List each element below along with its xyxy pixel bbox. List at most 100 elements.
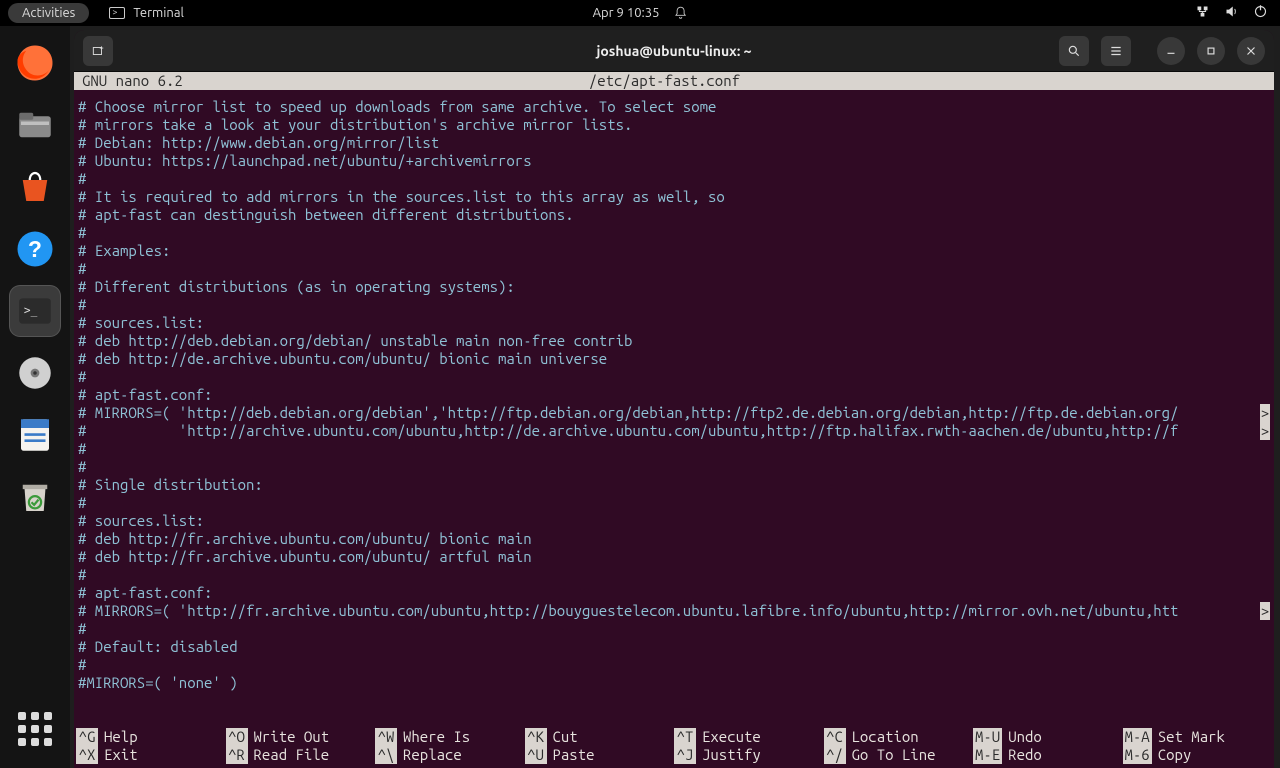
shortcut-key: ^U — [525, 746, 547, 764]
shortcut-label: Redo — [1008, 746, 1042, 764]
search-button[interactable] — [1059, 36, 1089, 66]
shortcut-label: Cut — [553, 728, 578, 746]
line-overflow-marker: > — [1260, 404, 1270, 422]
window-titlebar[interactable]: joshua@ubuntu-linux: ~ — [74, 30, 1274, 72]
svg-text:>_: >_ — [24, 304, 38, 317]
dock-todo[interactable] — [10, 410, 60, 460]
new-tab-button[interactable] — [83, 36, 113, 66]
nano-line: # deb http://fr.archive.ubuntu.com/ubunt… — [76, 530, 1272, 548]
nano-line: # apt-fast can destinguish between diffe… — [76, 206, 1272, 224]
shortcut-label: Location — [852, 728, 919, 746]
maximize-button[interactable] — [1197, 37, 1225, 65]
nano-line: # — [76, 224, 1272, 242]
nano-shortcut: ^X Exit — [76, 746, 226, 764]
dock-help[interactable]: ? — [10, 224, 60, 274]
shortcut-key: ^G — [76, 728, 98, 746]
nano-line: # deb http://de.archive.ubuntu.com/ubunt… — [76, 350, 1272, 368]
nano-shortcut: ^/Go To Line — [824, 746, 974, 764]
volume-icon — [1224, 4, 1239, 22]
shortcut-label: Where Is — [403, 728, 470, 746]
shortcut-label: Write Out — [254, 728, 330, 746]
shortcut-label: Undo — [1008, 728, 1042, 746]
nano-shortcut: ^\ Replace — [375, 746, 525, 764]
shortcut-key: ^T — [674, 728, 696, 746]
nano-buffer[interactable]: # Choose mirror list to speed up downloa… — [74, 98, 1274, 692]
terminal-window: joshua@ubuntu-linux: ~ GNU nano 6.2 /etc… — [74, 30, 1274, 768]
nano-line: # — [76, 620, 1272, 638]
nano-shortcut: ^GHelp — [76, 728, 226, 746]
nano-line: # — [76, 260, 1272, 278]
panel-clock-area[interactable]: Apr 9 10:35 — [593, 6, 688, 20]
nano-shortcut: M-UUndo — [973, 728, 1123, 746]
nano-line: # deb http://deb.debian.org/debian/ unst… — [76, 332, 1272, 350]
nano-shortcut: ^TExecute — [674, 728, 824, 746]
line-overflow-marker: > — [1260, 422, 1270, 440]
nano-shortcut: ^RRead File — [226, 746, 376, 764]
shortcut-key: M-6 — [1123, 746, 1152, 764]
dock-firefox[interactable] — [10, 38, 60, 88]
nano-line: # apt-fast.conf: — [76, 584, 1272, 602]
activities-button[interactable]: Activities — [8, 3, 89, 23]
nano-shortcut: M-E Redo — [973, 746, 1123, 764]
shortcut-key: ^W — [375, 728, 397, 746]
shortcut-key: ^\ — [375, 746, 397, 764]
svg-text:?: ? — [28, 236, 42, 262]
panel-status-area[interactable] — [1195, 4, 1268, 22]
terminal-icon — [109, 7, 125, 19]
shortcut-label: Exit — [104, 746, 138, 764]
power-icon — [1253, 4, 1268, 22]
panel-app-menu[interactable]: Terminal — [109, 6, 184, 20]
nano-line: # deb http://fr.archive.ubuntu.com/ubunt… — [76, 548, 1272, 566]
show-applications[interactable] — [10, 704, 60, 754]
dock-software[interactable] — [10, 162, 60, 212]
nano-line: # — [76, 296, 1272, 314]
shortcut-key: ^X — [76, 746, 98, 764]
terminal-viewport[interactable]: GNU nano 6.2 /etc/apt-fast.conf # Choose… — [74, 72, 1274, 768]
gnome-top-panel: Activities Terminal Apr 9 10:35 — [0, 0, 1280, 26]
shortcut-label: Justify — [702, 746, 761, 764]
shortcut-label: Paste — [553, 746, 595, 764]
hamburger-menu[interactable] — [1101, 36, 1131, 66]
nano-line: # Different distributions (as in operati… — [76, 278, 1272, 296]
nano-line: # Choose mirror list to speed up downloa… — [76, 98, 1272, 116]
notification-icon — [673, 6, 687, 20]
nano-line: # — [76, 566, 1272, 584]
nano-shortcut: ^CLocation — [824, 728, 974, 746]
nano-line: # — [76, 440, 1272, 458]
nano-line: # It is required to add mirrors in the s… — [76, 188, 1272, 206]
network-icon — [1195, 4, 1210, 22]
nano-shortcut: ^OWrite Out — [226, 728, 376, 746]
nano-shortcut: ^U Paste — [525, 746, 675, 764]
dock-terminal[interactable]: >_ — [10, 286, 60, 336]
dock-trash[interactable] — [10, 472, 60, 522]
minimize-button[interactable] — [1157, 37, 1185, 65]
shortcut-label: Set Mark — [1158, 728, 1225, 746]
shortcut-key: M-E — [973, 746, 1002, 764]
nano-shortcut-bar: ^GHelp^OWrite Out^W Where Is ^K Cut ^TExecut… — [74, 728, 1274, 768]
nano-line: # sources.list: — [76, 512, 1272, 530]
nano-line: # Ubuntu: https://launchpad.net/ubuntu/+… — [76, 152, 1272, 170]
nano-line: # — [76, 458, 1272, 476]
nano-line: # MIRRORS=( 'http://fr.archive.ubuntu.co… — [76, 602, 1272, 620]
nano-line: # sources.list: — [76, 314, 1272, 332]
nano-line: # Single distribution: — [76, 476, 1272, 494]
window-title: joshua@ubuntu-linux: ~ — [596, 43, 751, 59]
dock-disc[interactable] — [10, 348, 60, 398]
shortcut-key: ^K — [525, 728, 547, 746]
dock-files[interactable] — [10, 100, 60, 150]
nano-line: # — [76, 494, 1272, 512]
nano-line: # mirrors take a look at your distributi… — [76, 116, 1272, 134]
panel-app-label: Terminal — [133, 6, 184, 20]
nano-shortcut: M-6Copy — [1123, 746, 1273, 764]
close-button[interactable] — [1237, 37, 1265, 65]
nano-line: # — [76, 368, 1272, 386]
nano-line: # 'http://archive.ubuntu.com/ubuntu,http… — [76, 422, 1272, 440]
nano-version: GNU nano 6.2 — [82, 72, 183, 90]
shortcut-key: ^R — [226, 746, 248, 764]
nano-header: GNU nano 6.2 /etc/apt-fast.conf — [74, 72, 1274, 90]
nano-line: # — [76, 656, 1272, 674]
shortcut-label: Replace — [403, 746, 462, 764]
nano-line: # Examples: — [76, 242, 1272, 260]
nano-line: # Debian: http://www.debian.org/mirror/l… — [76, 134, 1272, 152]
shortcut-key: M-A — [1123, 728, 1152, 746]
